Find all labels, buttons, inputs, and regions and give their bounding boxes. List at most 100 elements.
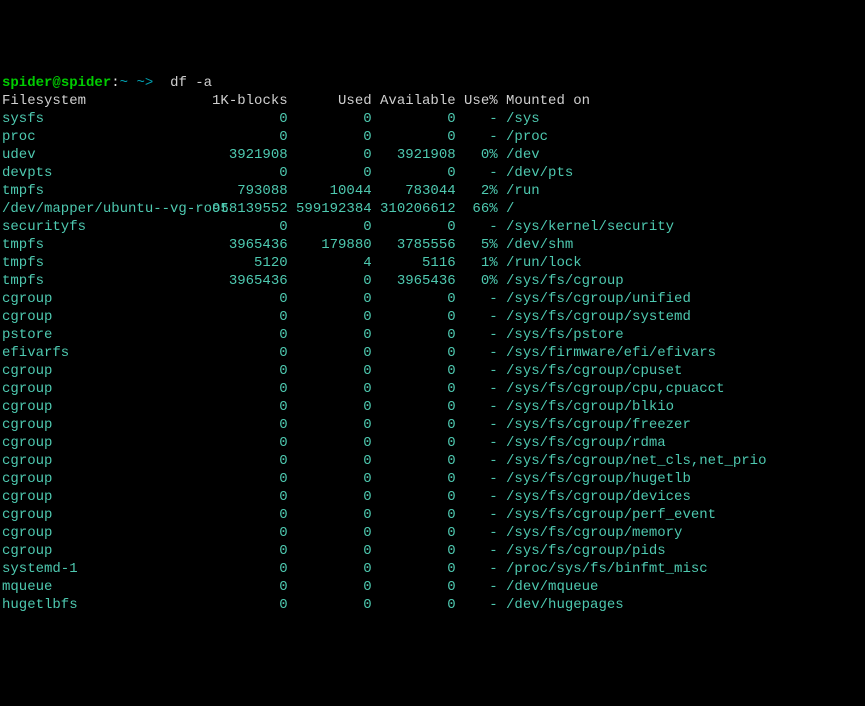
cell-filesystem: cgroup [2,542,212,560]
cell-filesystem: tmpfs [2,236,212,254]
df-row: tmpfs5120451161%/run/lock [2,254,863,272]
df-row: tmpfs3965436039654360%/sys/fs/cgroup [2,272,863,290]
df-row: cgroup000-/sys/fs/cgroup/freezer [2,416,863,434]
cell-filesystem: tmpfs [2,254,212,272]
df-row: devpts000-/dev/pts [2,164,863,182]
cell-filesystem: /dev/mapper/ubuntu--vg-root [2,200,212,218]
cell-usep: - [456,560,498,578]
header-available: Available [372,92,456,110]
cell-avail: 0 [372,452,456,470]
cell-avail: 0 [372,470,456,488]
df-row: systemd-1000-/proc/sys/fs/binfmt_misc [2,560,863,578]
cell-mount: /dev/hugepages [498,596,624,614]
cell-blocks: 0 [212,434,288,452]
cell-blocks: 0 [212,452,288,470]
cell-avail: 0 [372,488,456,506]
cell-mount: /sys/fs/cgroup/freezer [498,416,691,434]
cell-mount: /sys/fs/cgroup [498,272,624,290]
cell-usep: - [456,470,498,488]
cell-avail: 0 [372,560,456,578]
cell-usep: - [456,542,498,560]
cell-avail: 0 [372,164,456,182]
cell-filesystem: cgroup [2,488,212,506]
cell-blocks: 0 [212,218,288,236]
cell-mount: /sys/fs/cgroup/memory [498,524,683,542]
terminal-output: spider@spider:~ ~> df -aFilesystem1K-blo… [2,74,863,614]
prompt-line[interactable]: spider@spider:~ ~> df -a [2,74,863,92]
cell-avail: 0 [372,308,456,326]
cell-used: 0 [288,110,372,128]
cell-usep: 66% [456,200,498,218]
cell-filesystem: cgroup [2,524,212,542]
cell-usep: - [456,398,498,416]
cell-blocks: 0 [212,560,288,578]
cell-mount: /sys/fs/cgroup/cpu,cpuacct [498,380,725,398]
cell-filesystem: cgroup [2,506,212,524]
cell-used: 4 [288,254,372,272]
cell-avail: 0 [372,218,456,236]
cell-used: 0 [288,524,372,542]
cell-filesystem: cgroup [2,380,212,398]
cell-usep: - [456,326,498,344]
cell-used: 0 [288,218,372,236]
cell-usep: 0% [456,272,498,290]
cell-filesystem: cgroup [2,362,212,380]
prompt-host: spider [61,75,111,91]
cell-blocks: 0 [212,326,288,344]
cell-avail: 0 [372,542,456,560]
cell-usep: 1% [456,254,498,272]
cell-blocks: 0 [212,524,288,542]
cell-blocks: 5120 [212,254,288,272]
cell-mount: /sys/fs/cgroup/rdma [498,434,666,452]
df-row: cgroup000-/sys/fs/cgroup/rdma [2,434,863,452]
cell-mount: /run/lock [498,254,582,272]
prompt-at: @ [52,75,60,91]
cell-avail: 0 [372,290,456,308]
cell-usep: - [456,488,498,506]
cell-mount: /dev/pts [498,164,574,182]
df-row: cgroup000-/sys/fs/cgroup/blkio [2,398,863,416]
header-filesystem: Filesystem [2,92,212,110]
cell-mount: /sys/fs/cgroup/devices [498,488,691,506]
cell-used: 0 [288,290,372,308]
df-row: hugetlbfs000-/dev/hugepages [2,596,863,614]
cell-blocks: 3965436 [212,236,288,254]
cell-usep: - [456,128,498,146]
cell-mount: /sys/fs/cgroup/hugetlb [498,470,691,488]
cell-mount: /dev/shm [498,236,574,254]
cell-mount: /proc [498,128,548,146]
cell-mount: /dev [498,146,540,164]
cell-usep: - [456,218,498,236]
df-row: cgroup000-/sys/fs/cgroup/unified [2,290,863,308]
cell-usep: - [456,362,498,380]
cell-filesystem: cgroup [2,434,212,452]
cell-usep: - [456,524,498,542]
cell-used: 0 [288,506,372,524]
cell-blocks: 0 [212,470,288,488]
header-use-pct: Use% [456,92,498,110]
df-row: mqueue000-/dev/mqueue [2,578,863,596]
cell-blocks: 958139552 [212,200,288,218]
cell-avail: 0 [372,344,456,362]
cell-used: 0 [288,470,372,488]
cell-usep: - [456,344,498,362]
cell-blocks: 0 [212,578,288,596]
cell-blocks: 0 [212,506,288,524]
cell-avail: 0 [372,398,456,416]
cell-blocks: 0 [212,290,288,308]
cell-mount: /sys/fs/cgroup/cpuset [498,362,683,380]
df-row: cgroup000-/sys/fs/cgroup/cpuset [2,362,863,380]
cell-avail: 0 [372,326,456,344]
df-row: tmpfs396543617988037855565%/dev/shm [2,236,863,254]
cell-mount: /dev/mqueue [498,578,599,596]
cell-avail: 3785556 [372,236,456,254]
df-row: proc000-/proc [2,128,863,146]
cell-usep: - [456,452,498,470]
cell-filesystem: hugetlbfs [2,596,212,614]
cell-avail: 0 [372,416,456,434]
cell-avail: 0 [372,362,456,380]
cell-used: 0 [288,380,372,398]
cell-usep: - [456,290,498,308]
cell-used: 0 [288,164,372,182]
cell-used: 0 [288,434,372,452]
